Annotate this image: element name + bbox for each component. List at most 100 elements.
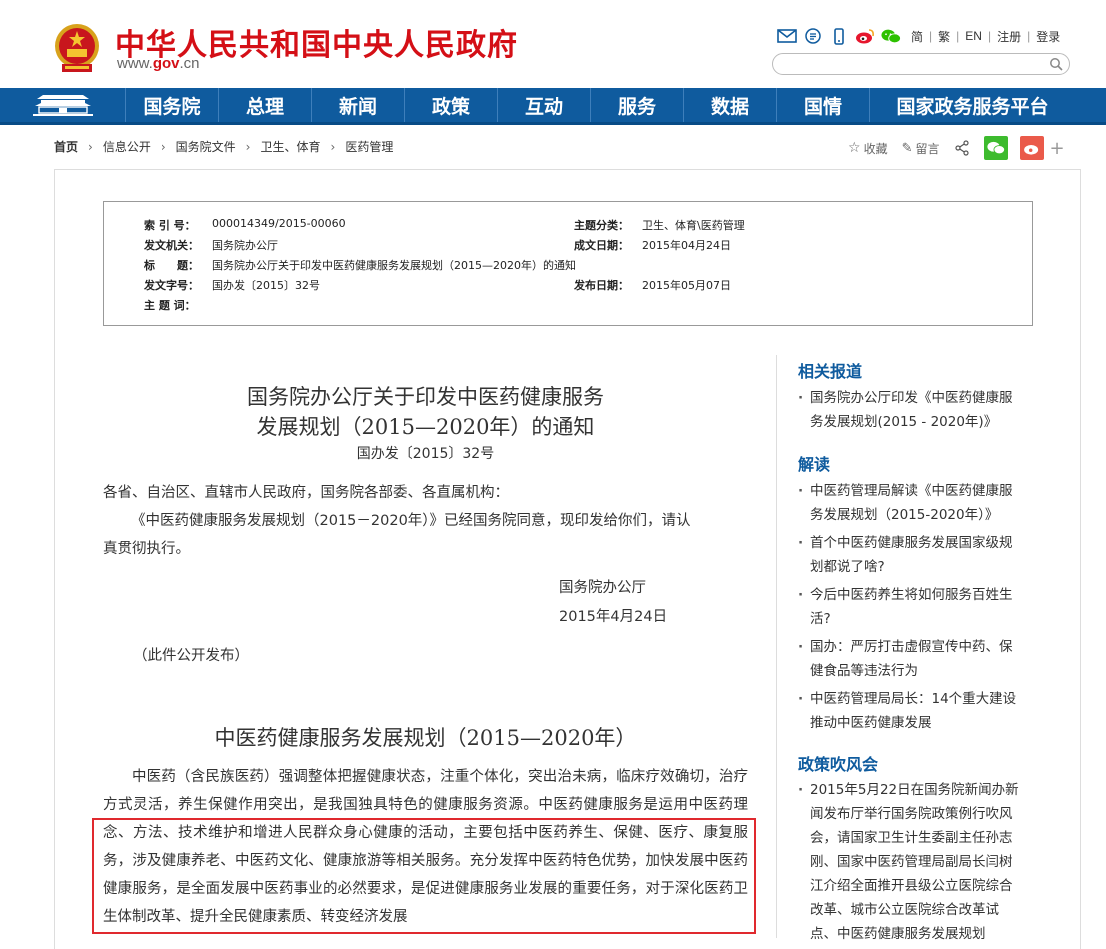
meta-index-value: 000014349/2015-00060 <box>212 217 346 230</box>
meta-written-value: 2015年04月24日 <box>642 239 731 252</box>
star-icon: ☆ <box>848 140 861 156</box>
meta-topic-value: 卫生、体育\医药管理 <box>642 219 745 232</box>
article-title-line-2: 发展规划（2015—2020年）的通知 <box>256 415 595 439</box>
site-url-prefix: www. <box>117 55 153 72</box>
comment-button[interactable]: ✎ 留言 <box>902 140 940 157</box>
meta-written-key: 成文日期： <box>574 239 629 252</box>
interp-3-line-2: 活? <box>810 611 831 627</box>
nav-item-services[interactable]: 服务 <box>591 88 684 122</box>
share-icon[interactable] <box>954 140 970 156</box>
document-metadata-table: 索 引 号： 000014349/2015-00060 主题分类： 卫生、体育\… <box>103 201 1033 326</box>
policy-line-3: 会，请国家卫生计生委副主任孙志 <box>810 830 1013 846</box>
traditional-link[interactable]: 繁 <box>938 28 950 45</box>
highlight-annotation-box <box>92 818 756 934</box>
article-title-line-1: 国务院办公厅关于印发中医药健康服务 <box>247 385 604 409</box>
nav-item-state-council[interactable]: 国务院 <box>126 88 219 122</box>
policy-line-5: 江介绍全面推开县级公立医院综合 <box>810 878 1013 894</box>
interp-1-line-2: 务发展规划（2015-2020年）》 <box>810 507 999 523</box>
site-url-suffix: .cn <box>179 55 200 72</box>
related-line-2: 务发展规划(2015 - 2020年)》 <box>810 414 998 430</box>
pencil-icon: ✎ <box>901 140 913 156</box>
top-toolbar: 简 | 繁 | EN | 注册 | 登录 <box>777 26 1060 46</box>
wechat-icon[interactable] <box>881 27 901 45</box>
nav-item-national-info[interactable]: 国情 <box>777 88 870 122</box>
breadcrumb-council-docs[interactable]: 国务院文件 <box>176 138 236 155</box>
main-nav: 国务院 总理 新闻 政策 互动 服务 数据 国情 国家政务服务平台 <box>0 88 1106 125</box>
meta-pubdate-value: 2015年05月07日 <box>642 279 731 292</box>
rss-icon[interactable] <box>803 27 823 45</box>
breadcrumb-home[interactable]: 首页 <box>54 138 78 155</box>
mobile-icon[interactable] <box>829 27 849 45</box>
meta-issuer-key: 发文机关： <box>144 239 199 252</box>
interp-2-line-1: 首个中医药健康服务发展国家级规 <box>810 535 1013 551</box>
register-link[interactable]: 注册 <box>997 28 1021 45</box>
policy-briefing-heading: 政策吹风会 <box>798 755 879 774</box>
english-link[interactable]: EN <box>965 29 982 43</box>
related-reports-heading: 相关报道 <box>798 362 863 381</box>
interp-2-line-2: 划都说了啥? <box>810 559 885 575</box>
meta-issuer-value: 国务院办公厅 <box>212 239 278 252</box>
nav-item-data[interactable]: 数据 <box>684 88 777 122</box>
interpretation-link[interactable]: 首个中医药健康服务发展国家级规 划都说了啥? <box>798 531 1030 579</box>
mail-icon[interactable] <box>777 27 797 45</box>
site-header: 中华人民共和国中央人民政府 www.gov.cn 简 | 繁 | EN | 注册 | 登… <box>0 0 1106 88</box>
meta-pubdate-key: 发布日期： <box>574 279 629 292</box>
signer: 国务院办公厅 <box>559 580 646 596</box>
interp-5-line-2: 推动中医药健康发展 <box>810 715 932 731</box>
nav-item-premier[interactable]: 总理 <box>219 88 312 122</box>
meta-topic-key: 主题分类： <box>574 219 629 232</box>
site-url[interactable]: www.gov.cn <box>117 55 200 72</box>
breadcrumb-medicine[interactable]: 医药管理 <box>345 138 393 155</box>
wechat-share-icon[interactable] <box>983 136 1008 160</box>
nav-item-service-platform[interactable]: 国家政务服务平台 <box>870 88 1075 122</box>
chevron-right-icon: › <box>245 139 251 154</box>
breadcrumb-health-sports[interactable]: 卫生、体育 <box>260 138 320 155</box>
plan-title: 中医药健康服务发展规划（2015—2020年） <box>214 726 637 750</box>
search-input[interactable] <box>772 53 1070 75</box>
interp-1-line-1: 中医药管理局解读《中医药健康服 <box>810 483 1013 499</box>
related-report-link[interactable]: 国务院办公厅印发《中医药健康服 务发展规划(2015 - 2020年)》 <box>798 386 1030 434</box>
favorite-button[interactable]: ☆ 收藏 <box>848 140 888 157</box>
gate-logo-icon[interactable] <box>0 88 126 122</box>
plus-icon[interactable]: + <box>1050 138 1065 159</box>
interp-4-line-2: 健食品等违法行为 <box>810 663 918 679</box>
interpretation-link[interactable]: 中医药管理局局长：14个重大建设 推动中医药健康发展 <box>798 687 1030 735</box>
national-emblem-icon[interactable] <box>52 22 102 74</box>
site-url-domain: gov <box>152 55 180 72</box>
search-icon[interactable] <box>1049 57 1063 71</box>
chevron-right-icon: › <box>160 139 166 154</box>
column-divider <box>776 355 777 938</box>
nav-item-policy[interactable]: 政策 <box>405 88 498 122</box>
share-toolbar: ☆ 收藏 ✎ 留言 + <box>848 136 1065 160</box>
policy-line-2: 闻发布厅举行国务院政策例行吹风 <box>810 806 1013 822</box>
meta-index-key: 索 引 号： <box>144 219 196 232</box>
nav-item-news[interactable]: 新闻 <box>312 88 405 122</box>
interp-4-line-1: 国办：严厉打击虚假宣传中药、保 <box>810 639 1013 655</box>
interpretation-link[interactable]: 国办：严厉打击虚假宣传中药、保 健食品等违法行为 <box>798 635 1030 683</box>
interp-3-line-1: 今后中医药养生将如何服务百姓生 <box>810 587 1013 603</box>
weibo-share-icon[interactable] <box>1019 136 1044 160</box>
salutation: 各省、自治区、直辖市人民政府，国务院各部委、各直属机构： <box>103 485 509 501</box>
interpretation-heading: 解读 <box>798 455 831 474</box>
simplified-link[interactable]: 简 <box>911 28 923 45</box>
login-link[interactable]: 登录 <box>1036 28 1060 45</box>
policy-briefing-link[interactable]: 2015年5月22日在国务院新闻办新 闻发布厅举行国务院政策例行吹风 会，请国家… <box>798 778 1030 946</box>
interp-5-line-1: 中医药管理局局长：14个重大建设 <box>810 691 1017 707</box>
notice-line-2: 真贯彻执行。 <box>103 541 190 557</box>
related-line-1: 国务院办公厅印发《中医药健康服 <box>810 390 1013 406</box>
meta-keywords-key: 主 题 词： <box>144 299 196 312</box>
weibo-icon[interactable] <box>855 27 875 45</box>
meta-docno-key: 发文字号： <box>144 279 199 292</box>
meta-docno-value: 国办发〔2015〕32号 <box>212 279 320 292</box>
breadcrumb-info-public[interactable]: 信息公开 <box>103 138 151 155</box>
nav-item-interaction[interactable]: 互动 <box>498 88 591 122</box>
sign-date: 2015年4月24日 <box>559 609 668 625</box>
policy-line-1: 2015年5月22日在国务院新闻办新 <box>810 782 1019 798</box>
comment-label: 留言 <box>915 141 940 156</box>
policy-line-6: 改革、城市公立医院综合改革试 <box>810 902 999 918</box>
interpretation-link[interactable]: 中医药管理局解读《中医药健康服 务发展规划（2015-2020年）》 <box>798 479 1030 527</box>
favorite-label: 收藏 <box>863 141 888 156</box>
interpretation-link[interactable]: 今后中医药养生将如何服务百姓生 活? <box>798 583 1030 631</box>
document-number: 国办发〔2015〕32号 <box>356 446 495 462</box>
breadcrumb: 首页 › 信息公开 › 国务院文件 › 卫生、体育 › 医药管理 <box>54 138 393 155</box>
